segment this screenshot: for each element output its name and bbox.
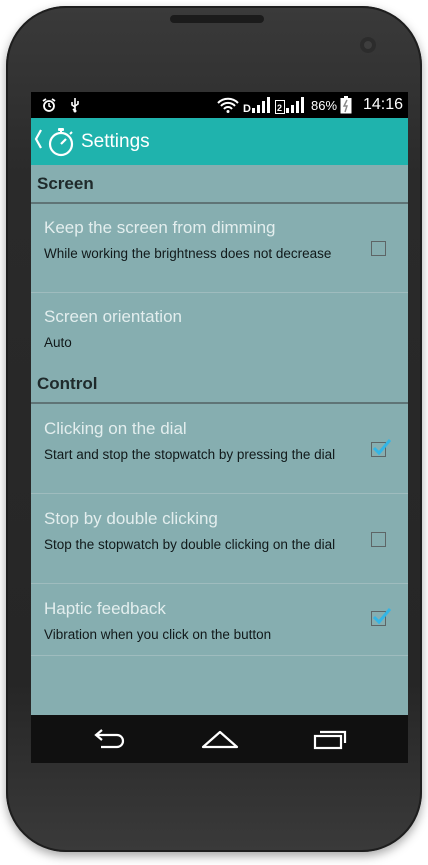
category-header-control: Control [31, 365, 408, 404]
pref-title: Clicking on the dial [44, 419, 187, 438]
pref-title: Screen orientation [44, 307, 182, 326]
keep-screen-checkbox[interactable] [371, 241, 386, 256]
checkmark-icon [372, 608, 391, 625]
pref-screen-orientation[interactable]: Screen orientation Auto [31, 293, 408, 365]
back-icon[interactable] [91, 727, 127, 756]
pref-double-click[interactable]: Stop by double clicking Stop the stopwat… [31, 494, 408, 584]
svg-text:2: 2 [277, 103, 282, 113]
settings-list: Screen Keep the screen from dimming Whil… [31, 165, 408, 715]
phone-frame: D 2 86% 14:16 Settings Screen Keep the s… [6, 6, 422, 852]
usb-icon [69, 92, 81, 118]
stopwatch-icon[interactable] [47, 127, 75, 157]
clicking-dial-checkbox[interactable] [371, 439, 391, 457]
checkmark-icon [372, 439, 391, 456]
alarm-clock-icon [41, 92, 57, 118]
battery-percent: 86% [311, 97, 338, 113]
pref-summary: While working the brightness does not de… [44, 246, 332, 261]
pref-summary: Start and stop the stopwatch by pressing… [44, 447, 336, 462]
battery-charging-icon [340, 92, 352, 118]
status-bar: D 2 86% 14:16 [31, 92, 408, 118]
screen: D 2 86% 14:16 Settings Screen Keep the s… [31, 92, 408, 763]
wifi-icon [217, 92, 239, 118]
home-icon[interactable] [201, 727, 239, 756]
page-title: Settings [81, 130, 150, 152]
haptic-checkbox[interactable] [371, 608, 391, 626]
recents-icon[interactable] [313, 727, 347, 756]
svg-text:D: D [243, 103, 251, 114]
action-bar: Settings [31, 118, 408, 165]
double-click-checkbox[interactable] [371, 532, 386, 547]
signal-sim2-icon: 2 [275, 92, 307, 118]
category-header-screen: Screen [31, 165, 408, 204]
front-camera [360, 37, 376, 53]
navigation-bar [31, 715, 408, 763]
signal-sim1-icon: D [243, 92, 273, 118]
pref-title: Stop by double clicking [44, 509, 218, 528]
pref-summary: Auto [44, 335, 72, 350]
earpiece-speaker [170, 15, 264, 23]
pref-summary: Stop the stopwatch by double clicking on… [44, 537, 336, 552]
clock: 14:16 [363, 96, 404, 113]
pref-title: Keep the screen from dimming [44, 218, 276, 237]
pref-summary: Vibration when you click on the button [44, 627, 272, 642]
up-chevron-icon[interactable] [34, 128, 43, 156]
pref-title: Haptic feedback [44, 599, 166, 618]
pref-keep-screen[interactable]: Keep the screen from dimming While worki… [31, 204, 408, 293]
pref-haptic-feedback[interactable]: Haptic feedback Vibration when you click… [31, 584, 408, 656]
pref-clicking-dial[interactable]: Clicking on the dial Start and stop the … [31, 404, 408, 494]
